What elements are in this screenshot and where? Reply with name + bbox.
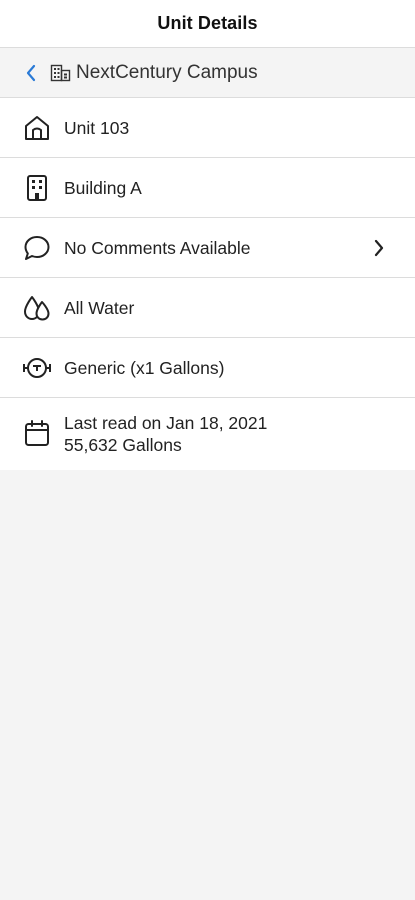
last-read-date: Last read on Jan 18, 2021 (64, 413, 268, 433)
back-button[interactable] (20, 58, 42, 88)
utility-label: All Water (64, 297, 135, 318)
comment-icon (22, 233, 52, 263)
building-label: Building A (64, 177, 142, 198)
unit-details-list: Unit 103 Building A No Comments Availabl… (0, 98, 415, 470)
breadcrumb: NextCentury Campus (0, 48, 415, 98)
meter-icon (22, 353, 52, 383)
home-icon (22, 113, 52, 143)
utility-row: All Water (0, 278, 415, 338)
building-icon (50, 62, 72, 84)
campus-label[interactable]: NextCentury Campus (76, 62, 258, 84)
calendar-icon (22, 419, 52, 449)
meter-row: Generic (x1 Gallons) (0, 338, 415, 398)
chevron-left-icon (26, 64, 36, 81)
comments-row[interactable]: No Comments Available (0, 218, 415, 278)
chevron-right-icon (371, 238, 387, 258)
last-read-row: Last read on Jan 18, 2021 55,632 Gallons (0, 398, 415, 470)
last-read-text: Last read on Jan 18, 2021 55,632 Gallons (64, 412, 387, 456)
unit-label: Unit 103 (64, 117, 130, 138)
last-read-value: 55,632 Gallons (64, 435, 182, 455)
building-icon (22, 173, 52, 203)
meter-label: Generic (x1 Gallons) (64, 357, 225, 378)
page-title: Unit Details (157, 13, 258, 33)
unit-row: Unit 103 (0, 98, 415, 158)
top-bar: Unit Details (0, 0, 415, 48)
building-row: Building A (0, 158, 415, 218)
water-drops-icon (22, 293, 52, 323)
comments-label: No Comments Available (64, 237, 251, 258)
